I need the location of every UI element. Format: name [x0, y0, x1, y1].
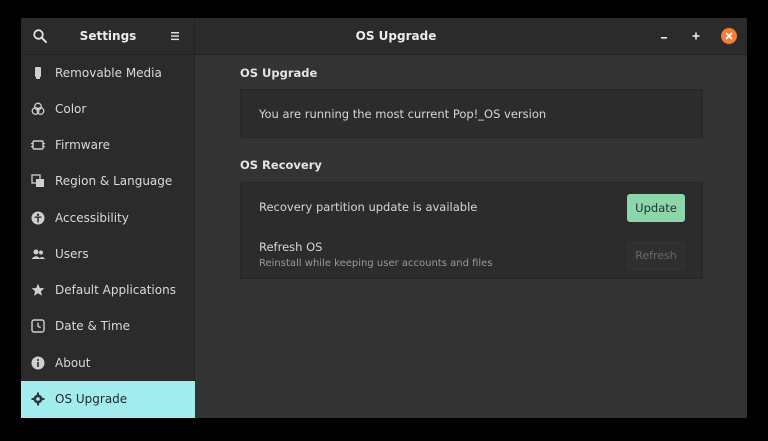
- users-icon: [31, 247, 45, 261]
- sidebar-item-label: Accessibility: [55, 211, 129, 225]
- sidebar-item-region-language[interactable]: Region & Language: [21, 163, 195, 199]
- maximize-icon[interactable]: [688, 28, 704, 44]
- os-upgrade-panel: You are running the most current Pop!_OS…: [240, 89, 703, 138]
- menu-icon[interactable]: [168, 29, 182, 43]
- sidebar-item-label: About: [55, 356, 91, 370]
- sidebar-item-firmware[interactable]: Firmware: [21, 127, 195, 163]
- sidebar-item-about[interactable]: About: [21, 345, 195, 381]
- info-icon: [31, 356, 45, 370]
- chip-icon: [31, 138, 45, 152]
- sidebar-item-label: Region & Language: [55, 174, 173, 188]
- sidebar-item-label: OS Upgrade: [55, 392, 128, 406]
- sidebar: Removable Media Color Firmware Region & …: [21, 55, 195, 418]
- os-recovery-panel: Recovery partition update is available U…: [240, 182, 703, 279]
- sidebar-item-users[interactable]: Users: [21, 236, 195, 272]
- sidebar-item-label: Color: [55, 102, 87, 116]
- os-upgrade-heading: OS Upgrade: [240, 66, 318, 80]
- clock-icon: [31, 319, 45, 333]
- language-icon: [31, 174, 45, 188]
- sidebar-item-default-applications[interactable]: Default Applications: [21, 272, 195, 308]
- settings-window: Settings OS Upgrade Removable Media Colo…: [21, 18, 747, 418]
- header-bar: Settings OS Upgrade: [21, 18, 747, 55]
- accessibility-icon: [31, 211, 45, 225]
- gear-icon: [31, 392, 45, 406]
- close-icon[interactable]: [721, 28, 737, 44]
- color-circles-icon: [31, 102, 45, 116]
- minimize-icon[interactable]: [656, 28, 672, 44]
- star-icon: [31, 283, 45, 297]
- sidebar-item-os-upgrade[interactable]: OS Upgrade: [21, 381, 195, 418]
- sidebar-item-date-time[interactable]: Date & Time: [21, 308, 195, 344]
- refresh-os-title: Refresh OS: [259, 240, 323, 254]
- page-title: OS Upgrade: [355, 29, 437, 43]
- usb-drive-icon: [31, 66, 45, 80]
- sidebar-item-accessibility[interactable]: Accessibility: [21, 200, 195, 236]
- update-button[interactable]: Update: [627, 194, 685, 222]
- sidebar-item-label: Firmware: [55, 138, 110, 152]
- upgrade-status-text: You are running the most current Pop!_OS…: [259, 107, 547, 121]
- os-recovery-heading: OS Recovery: [240, 158, 322, 172]
- search-icon[interactable]: [32, 28, 48, 44]
- sidebar-header: Settings: [21, 18, 195, 55]
- refresh-button[interactable]: Refresh: [627, 242, 685, 270]
- sidebar-item-label: Default Applications: [55, 283, 176, 297]
- sidebar-item-label: Users: [55, 247, 89, 261]
- sidebar-title: Settings: [79, 29, 137, 43]
- recovery-partition-text: Recovery partition update is available: [259, 200, 478, 214]
- main-content: OS Upgrade You are running the most curr…: [196, 55, 747, 418]
- sidebar-item-label: Removable Media: [55, 66, 162, 80]
- sidebar-item-color[interactable]: Color: [21, 91, 195, 127]
- refresh-os-description: Reinstall while keeping user accounts an…: [259, 258, 493, 269]
- sidebar-item-label: Date & Time: [55, 319, 131, 333]
- sidebar-item-removable-media[interactable]: Removable Media: [21, 55, 195, 91]
